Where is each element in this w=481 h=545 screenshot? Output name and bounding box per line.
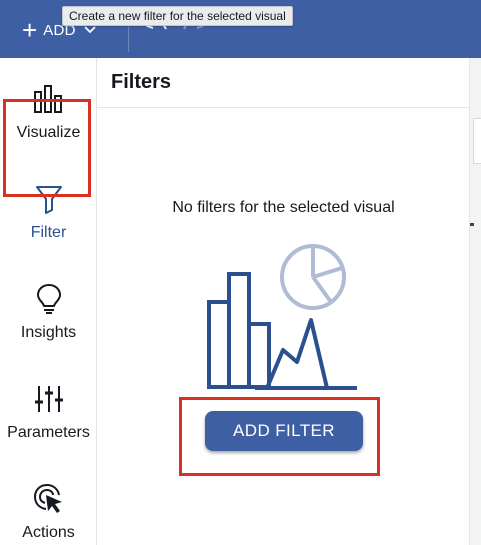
sidebar-item-actions[interactable]: Actions [0,458,97,545]
plus-icon: + [22,15,38,45]
sliders-icon [34,386,63,412]
filters-panel: Filters No filters for the selected visu… [97,58,470,545]
sidebar-item-label: Visualize [16,124,81,141]
empty-state-message: No filters for the selected visual [172,199,395,216]
lightbulb-icon [36,284,61,314]
panel-title: Filters [111,71,172,93]
canvas-marker [470,223,474,226]
canvas-area [470,58,481,545]
funnel-icon [35,186,62,214]
sidebar-item-label: Parameters [7,424,90,441]
empty-charts-illustration [207,244,357,390]
sidebar-item-parameters[interactable]: Parameters [0,358,97,450]
sidebar-item-insights[interactable]: Insights [0,258,97,350]
sidebar-item-label: Filter [30,224,67,241]
sidebar-item-filter[interactable]: Filter [0,158,97,250]
panel-header: Filters [97,58,470,108]
cursor-click-icon [33,483,62,513]
sidebar-item-label: Actions [22,524,75,541]
add-filter-button[interactable]: ADD FILTER [205,411,363,451]
sidebar-item-visualize[interactable]: Visualize [0,58,97,150]
sidebar-item-label: Insights [20,324,77,341]
bar-chart-icon [33,85,62,113]
add-button-tooltip: Create a new filter for the selected vis… [62,6,293,26]
sidebar: Visualize Filter Insights Parameters Act… [0,58,97,545]
visual-edge [473,118,481,164]
